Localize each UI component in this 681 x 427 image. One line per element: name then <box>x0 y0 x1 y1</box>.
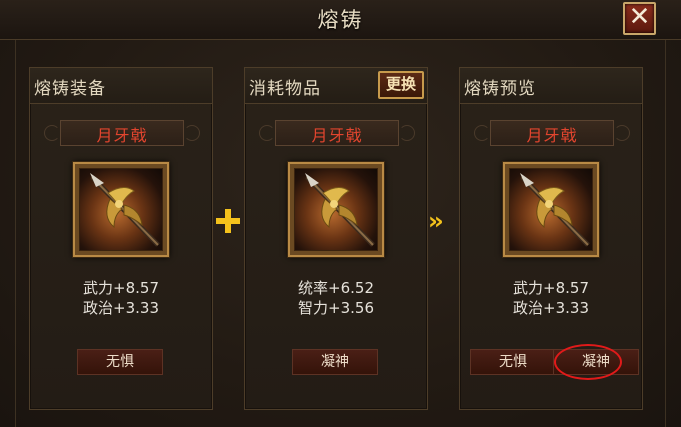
smelting-window: 熔铸 ✕ 熔铸装备 月牙戟 武力+8.57 政治+3.33 无惧 消耗物品 更换… <box>0 0 681 427</box>
item-image <box>509 168 593 251</box>
trait-tag[interactable]: 无惧 <box>470 349 556 375</box>
crescent-halberd-icon <box>520 173 590 247</box>
item-image <box>79 168 163 251</box>
panel-smelt-equipment: 熔铸装备 月牙戟 武力+8.57 政治+3.33 无惧 <box>29 67 213 410</box>
double-chevron-right-icon: ›› <box>428 207 444 235</box>
item-slot[interactable] <box>73 162 169 257</box>
highlight-circle <box>554 344 622 380</box>
plus-icon <box>216 209 240 233</box>
stat-line: 政治+3.33 <box>83 299 159 317</box>
trait-row: 无惧 <box>30 349 212 375</box>
item-name-banner: 月牙戟 <box>472 118 632 148</box>
item-stats: 武力+8.57 政治+3.33 <box>460 278 642 318</box>
item-stats: 武力+8.57 政治+3.33 <box>30 278 212 318</box>
trait-tag[interactable]: 无惧 <box>77 349 163 375</box>
stat-line: 政治+3.33 <box>513 299 589 317</box>
close-icon: ✕ <box>628 2 651 32</box>
trait-tag[interactable]: 凝神 <box>292 349 378 375</box>
panel-title: 消耗物品 <box>249 79 321 99</box>
panel-header: 熔铸装备 <box>30 68 212 104</box>
title-bar: 熔铸 ✕ <box>0 0 681 40</box>
crescent-halberd-icon <box>90 173 160 247</box>
close-button[interactable]: ✕ <box>623 2 656 35</box>
stat-line: 武力+8.57 <box>513 279 589 297</box>
trait-row: 凝神 <box>245 349 427 375</box>
item-stats: 统率+6.52 智力+3.56 <box>245 278 427 318</box>
stat-line: 统率+6.52 <box>298 279 374 297</box>
panel-header: 熔铸预览 <box>460 68 642 104</box>
item-name: 月牙戟 <box>96 126 148 145</box>
panel-header: 消耗物品 更换 <box>245 68 427 104</box>
crescent-halberd-icon <box>305 173 375 247</box>
stat-line: 智力+3.56 <box>298 299 374 317</box>
panel-title: 熔铸装备 <box>34 79 106 99</box>
window-title: 熔铸 <box>317 8 364 32</box>
item-slot[interactable] <box>503 162 599 257</box>
stat-line: 武力+8.57 <box>83 279 159 297</box>
item-name-banner: 月牙戟 <box>42 118 202 148</box>
item-name: 月牙戟 <box>311 126 363 145</box>
item-name-banner: 月牙戟 <box>257 118 417 148</box>
panel-title: 熔铸预览 <box>464 79 536 99</box>
item-name: 月牙戟 <box>526 126 578 145</box>
item-image <box>294 168 378 251</box>
swap-button[interactable]: 更换 <box>378 71 424 99</box>
item-slot[interactable] <box>288 162 384 257</box>
panel-consumed-item: 消耗物品 更换 月牙戟 统率+6.52 智力+3.56 凝神 <box>244 67 428 410</box>
